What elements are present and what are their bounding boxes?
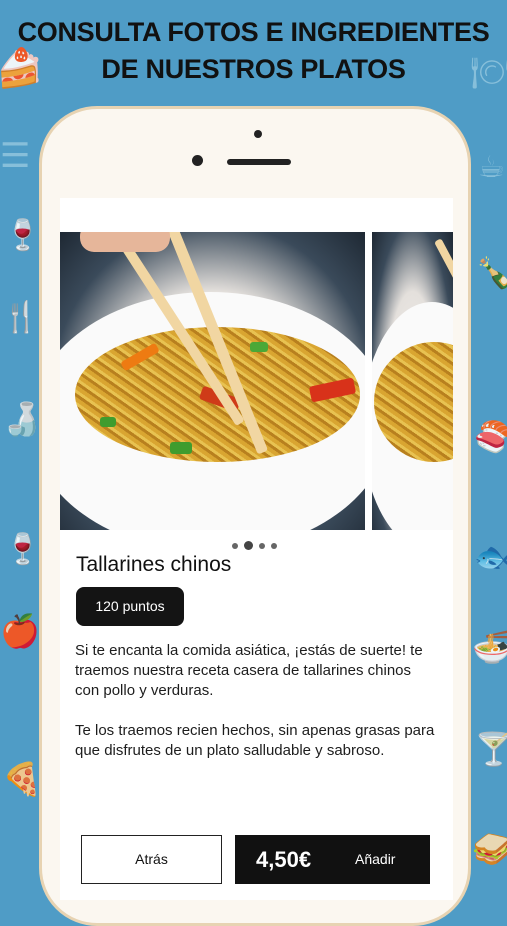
page-dot-2-active[interactable] [244, 541, 253, 550]
points-badge: 120 puntos [76, 587, 184, 626]
headline-line-1: CONSULTA FOTOS E INGREDIENTES [17, 17, 490, 47]
apple-icon: 🍎 [0, 612, 40, 650]
fingers [80, 232, 170, 252]
wine-glass-icon: 🍷 [4, 218, 42, 253]
noodle-bowl-icon: 🍜 [472, 628, 507, 666]
next-dish-photo[interactable] [372, 232, 453, 530]
promo-headline: CONSULTA FOTOS E INGREDIENTES DE NUESTRO… [0, 14, 507, 88]
dish-photo[interactable] [60, 232, 365, 530]
app-screen: Tallarines chinos 120 puntos Si te encan… [60, 198, 453, 900]
add-label: Añadir [355, 851, 396, 867]
earpiece-speaker [227, 159, 291, 165]
sandwich-icon: 🥪 [472, 830, 507, 868]
fish-icon: 🐟 [474, 540, 507, 575]
proximity-sensor [192, 155, 203, 166]
dish-title: Tallarines chinos [76, 553, 232, 576]
description-paragraph-1: Si te encanta la comida asiática, ¡estás… [75, 642, 423, 699]
scallion-3 [100, 417, 116, 427]
back-button[interactable]: Atrás [81, 835, 222, 884]
sushi-icon: 🍣 [474, 420, 507, 455]
add-to-cart-button[interactable]: 4,50€ Añadir [235, 835, 430, 884]
headline-line-2: DE NUESTROS PLATOS [101, 54, 406, 84]
fork-icon: 🍴 [2, 300, 40, 335]
wine-glass-icon-2: 🍷 [4, 532, 42, 567]
coffee-icon: ☕ [478, 150, 505, 185]
page-dot-4[interactable] [271, 542, 277, 549]
bottle-icon: 🍶 [2, 400, 42, 438]
description-paragraph-2: Te los traemos recien hechos, sin apenas… [75, 722, 435, 759]
bottle-icon-2: 🍾 [476, 256, 507, 291]
page-dot-3[interactable] [259, 542, 265, 549]
price-label: 4,50€ [256, 847, 312, 872]
gallery-pagination[interactable] [232, 541, 277, 550]
pizza-icon: 🍕 [2, 760, 42, 798]
scallion [170, 442, 192, 454]
scallion-2 [250, 342, 268, 352]
page-dot-1[interactable] [232, 542, 238, 549]
dish-description: Si te encanta la comida asiática, ¡estás… [75, 641, 437, 781]
burger-icon: ☰ [0, 136, 31, 176]
front-camera [254, 130, 262, 138]
cocktail-icon: 🍸 [474, 730, 507, 768]
